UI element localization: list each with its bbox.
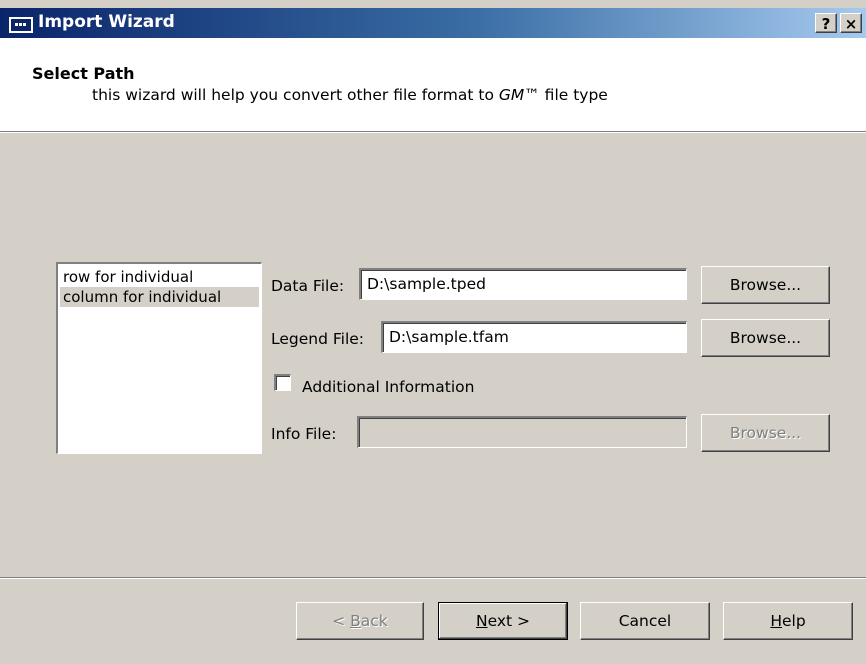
page-subtitle: this wizard will help you convert other … (92, 86, 608, 104)
legend-file-browse-button[interactable]: Browse... (701, 319, 830, 357)
list-item[interactable]: column for individual (60, 287, 259, 307)
back-label-pre: < (332, 612, 351, 630)
format-listbox[interactable]: row for individual column for individual (56, 262, 262, 454)
data-file-browse-button[interactable]: Browse... (701, 266, 830, 304)
title-bar[interactable]: Import Wizard ? × (0, 8, 866, 38)
help-button[interactable]: Help (723, 602, 853, 640)
back-button[interactable]: < Back (296, 602, 424, 640)
import-wizard-dialog: Import Wizard ? × Select Path this wizar… (0, 0, 866, 664)
page-title: Select Path (32, 64, 135, 83)
next-accel: N (475, 612, 488, 630)
legend-file-label: Legend File: (271, 330, 365, 348)
next-button[interactable]: Next > (438, 602, 568, 640)
window-title: Import Wizard (38, 12, 175, 32)
footer-divider-highlight (0, 578, 866, 579)
help-accel: H (770, 612, 782, 630)
window-menu-icon[interactable] (9, 17, 33, 33)
next-label-post: ext > (487, 612, 531, 630)
additional-info-checkbox[interactable] (274, 374, 291, 391)
header-divider (0, 132, 866, 133)
data-file-label: Data File: (271, 277, 345, 295)
close-button[interactable]: × (840, 13, 862, 33)
legend-file-input[interactable]: D:\sample.tfam (381, 321, 687, 353)
back-accel: B (350, 612, 361, 630)
info-file-label: Info File: (271, 425, 337, 443)
cancel-button[interactable]: Cancel (580, 602, 710, 640)
help-caption-button[interactable]: ? (815, 13, 837, 33)
subtitle-text: this wizard will help you convert other … (92, 86, 499, 104)
data-file-input[interactable]: D:\sample.tped (359, 268, 687, 300)
back-label-post: ack (360, 612, 388, 630)
wizard-header: Select Path this wizard will help you co… (0, 38, 866, 132)
help-label-post: elp (781, 612, 806, 630)
list-item[interactable]: row for individual (60, 267, 259, 287)
additional-info-label[interactable]: Additional Information (302, 378, 474, 396)
subtitle-text-end: file type (539, 86, 608, 104)
info-file-browse-button[interactable]: Browse... (701, 414, 830, 452)
brand-name: GM™ (498, 86, 540, 104)
info-file-input[interactable] (357, 416, 687, 448)
